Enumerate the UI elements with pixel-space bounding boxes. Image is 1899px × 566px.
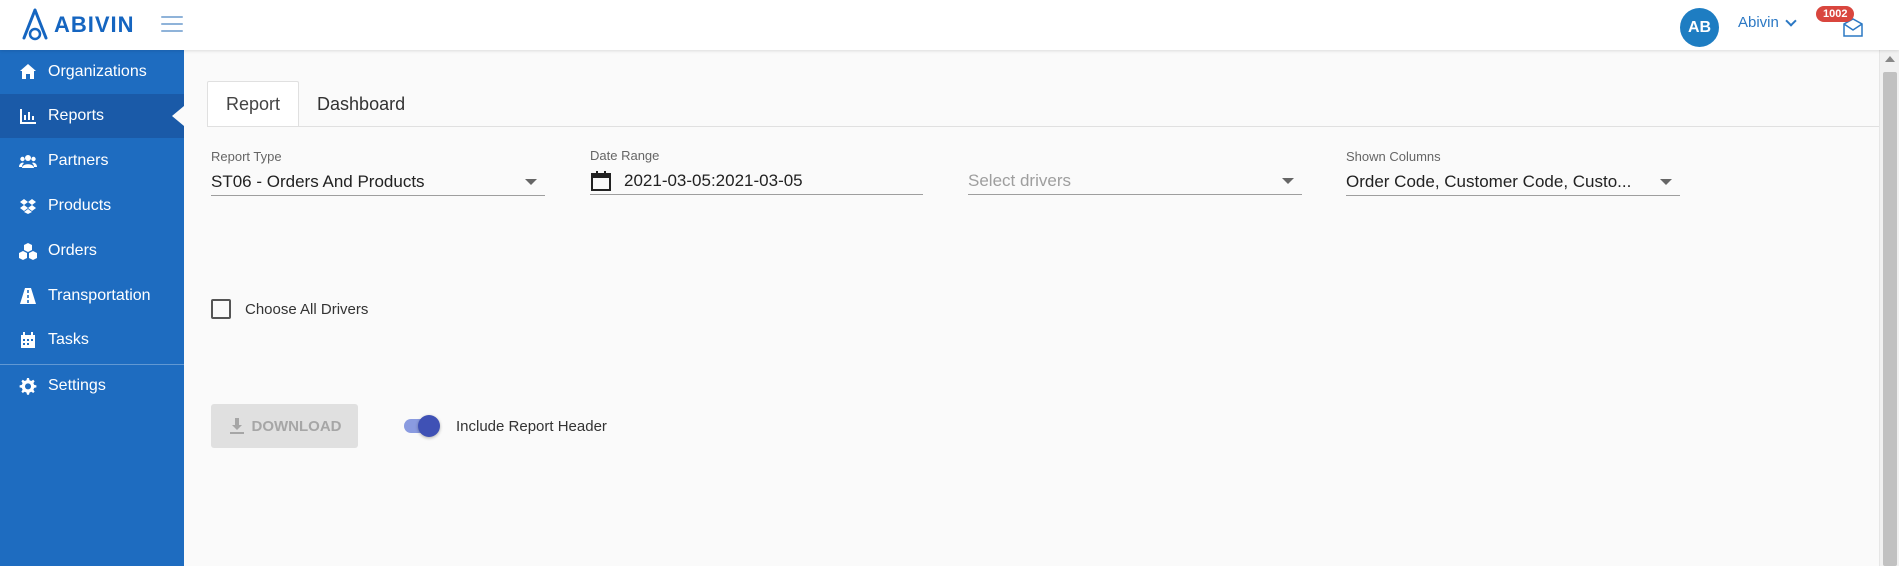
report-type-select[interactable]: Report Type ST06 - Orders And Products xyxy=(211,149,545,196)
date-range-label: Date Range xyxy=(590,148,660,163)
sidebar-item-label: Orders xyxy=(48,242,97,259)
download-button[interactable]: DOWNLOAD xyxy=(211,404,358,448)
choose-all-drivers-row[interactable]: Choose All Drivers xyxy=(211,299,368,319)
sidebar-item-reports[interactable]: Reports xyxy=(0,94,184,138)
choose-all-drivers-checkbox[interactable] xyxy=(211,299,231,319)
dropbox-icon xyxy=(18,196,38,216)
drivers-input[interactable]: Select drivers xyxy=(968,167,1302,195)
road-icon xyxy=(18,286,38,306)
choose-all-drivers-label: Choose All Drivers xyxy=(245,300,369,318)
sidebar-item-label: Partners xyxy=(48,152,109,169)
shown-columns-label: Shown Columns xyxy=(1346,149,1441,164)
include-header-label: Include Report Header xyxy=(456,417,607,435)
sidebar-item-partners[interactable]: Partners xyxy=(0,139,184,183)
download-icon xyxy=(229,418,244,434)
download-label: DOWNLOAD xyxy=(251,417,342,435)
sidebar-item-label: Transportation xyxy=(48,287,151,304)
toggle-knob xyxy=(418,415,440,437)
menu-toggle-icon[interactable] xyxy=(161,14,183,34)
dropdown-arrow-icon xyxy=(525,179,537,185)
include-header-toggle[interactable] xyxy=(402,414,440,438)
calendar-icon xyxy=(18,330,38,350)
tab-dashboard[interactable]: Dashboard xyxy=(299,81,423,127)
drivers-placeholder: Select drivers xyxy=(968,170,1071,190)
logo[interactable]: ABIVIN xyxy=(20,6,135,44)
sidebar-item-settings[interactable]: Settings xyxy=(0,364,184,408)
calendar-icon[interactable] xyxy=(590,170,612,192)
sidebar-item-tasks[interactable]: Tasks xyxy=(0,318,184,362)
sidebar-item-orders[interactable]: Orders xyxy=(0,229,184,273)
sidebar-item-label: Organizations xyxy=(48,63,147,80)
brand-name: ABIVIN xyxy=(54,12,135,37)
scroll-up-arrow-icon[interactable] xyxy=(1885,56,1895,62)
chevron-down-icon xyxy=(1785,14,1797,27)
notification-badge[interactable]: 1002 xyxy=(1816,6,1855,22)
tab-bar: Report Dashboard xyxy=(207,81,423,127)
users-icon xyxy=(18,151,38,171)
home-icon xyxy=(18,62,38,82)
scrollbar-thumb[interactable] xyxy=(1883,72,1897,566)
tab-report[interactable]: Report xyxy=(207,81,300,127)
date-range-field[interactable]: Date Range 2021-03-05:2021-03-05 xyxy=(590,148,923,195)
report-type-label: Report Type xyxy=(211,149,282,164)
sidebar-item-label: Products xyxy=(48,197,112,214)
dropdown-arrow-icon xyxy=(1282,178,1294,184)
vertical-scrollbar[interactable] xyxy=(1879,50,1899,566)
sidebar-item-label: Settings xyxy=(48,377,106,394)
report-type-value[interactable]: ST06 - Orders And Products xyxy=(211,168,545,196)
sidebar-item-label: Tasks xyxy=(48,331,89,348)
report-type-text: ST06 - Orders And Products xyxy=(211,171,425,191)
abivin-logo-icon xyxy=(22,8,48,41)
sidebar-item-organizations[interactable]: Organizations xyxy=(0,50,184,94)
sidebar-item-products[interactable]: Products xyxy=(0,184,184,228)
sidebar: Organizations Reports Partners Products … xyxy=(0,50,184,566)
dropdown-arrow-icon xyxy=(1660,179,1672,185)
user-name: Abivin xyxy=(1738,14,1779,31)
sidebar-item-transportation[interactable]: Transportation xyxy=(0,274,184,318)
date-range-input[interactable]: 2021-03-05:2021-03-05 xyxy=(590,167,923,195)
bar-chart-icon xyxy=(18,106,38,126)
sidebar-item-label: Reports xyxy=(48,107,105,124)
shown-columns-select[interactable]: Shown Columns Order Code, Customer Code,… xyxy=(1346,149,1680,196)
user-menu[interactable]: Abivin xyxy=(1738,14,1797,31)
gear-icon xyxy=(18,376,38,396)
top-bar: ABIVIN AB Abivin 1002 xyxy=(0,0,1899,50)
tab-divider xyxy=(207,126,1879,127)
main-content: Report Dashboard Report Type ST06 - Orde… xyxy=(184,50,1879,566)
shown-columns-value[interactable]: Order Code, Customer Code, Custo... xyxy=(1346,168,1680,196)
date-range-text: 2021-03-05:2021-03-05 xyxy=(624,170,803,190)
include-header-row[interactable]: Include Report Header xyxy=(402,414,607,438)
shown-columns-text: Order Code, Customer Code, Custo... xyxy=(1346,171,1632,191)
drivers-select[interactable]: Select drivers xyxy=(968,167,1302,195)
avatar[interactable]: AB xyxy=(1680,8,1719,47)
cubes-icon xyxy=(18,241,38,261)
